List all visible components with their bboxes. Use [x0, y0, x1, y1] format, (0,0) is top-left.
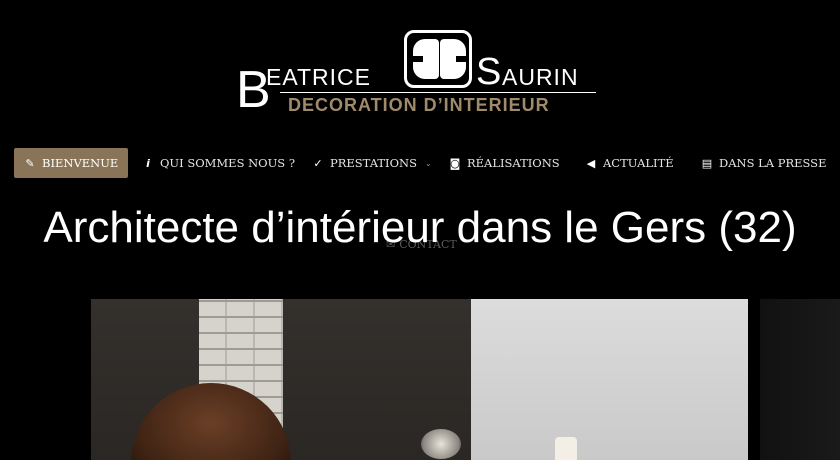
- logo-divider: [280, 92, 596, 93]
- logo-initial-s: S: [476, 51, 502, 93]
- hero-lamp: [421, 429, 461, 459]
- nav-item-actualite[interactable]: ◀ ACTUALITÉ: [585, 148, 674, 178]
- nav-item-qui-sommes-nous[interactable]: i QUI SOMMES NOUS ?: [142, 148, 295, 178]
- page-title: Architecte d’intérieur dans le Gers (32): [43, 203, 797, 252]
- logo-last-name: AURIN: [502, 64, 579, 90]
- hero-candle: [555, 437, 577, 460]
- logo-subtitle: DECORATION D’INTERIEUR: [288, 95, 550, 115]
- hero-image: [91, 299, 748, 460]
- nav-item-dans-la-presse[interactable]: ▤ DANS LA PRESSE: [701, 148, 827, 178]
- logo-first-name: EATRICE: [266, 64, 371, 90]
- nav-item-label: PRESTATIONS: [330, 156, 417, 170]
- nav-item-realisations[interactable]: ◙ RÉALISATIONS: [449, 148, 560, 178]
- hero-image-right-panel: [471, 299, 748, 460]
- nav-item-bienvenue[interactable]: ✎ BIENVENUE: [14, 148, 129, 178]
- nav-item-label: BIENVENUE: [42, 156, 119, 170]
- info-icon: i: [146, 156, 150, 170]
- camera-icon: ◙: [449, 156, 461, 170]
- nav-item-label: RÉALISATIONS: [467, 156, 560, 170]
- nav-item-prestations[interactable]: ✓ PRESTATIONS ⌄: [312, 148, 432, 178]
- newspaper-icon: ▤: [701, 156, 713, 170]
- logo-bb-mark-icon: [404, 30, 472, 88]
- hero-next-slide-edge: [760, 299, 840, 460]
- nav-item-label: DANS LA PRESSE: [719, 156, 827, 170]
- megaphone-icon: ◀: [586, 156, 596, 170]
- check-icon: ✓: [313, 156, 323, 170]
- site-logo[interactable]: B EATRICE S AURIN DECORATION D’INTERIEUR: [236, 30, 600, 118]
- pencil-icon: ✎: [25, 156, 35, 170]
- nav-item-label: ACTUALITÉ: [603, 156, 674, 170]
- nav-item-label: QUI SOMMES NOUS ?: [160, 156, 295, 170]
- main-navigation: ✎ BIENVENUE i QUI SOMMES NOUS ? ✓ PRESTA…: [0, 148, 840, 178]
- chevron-down-icon: ⌄: [424, 158, 432, 168]
